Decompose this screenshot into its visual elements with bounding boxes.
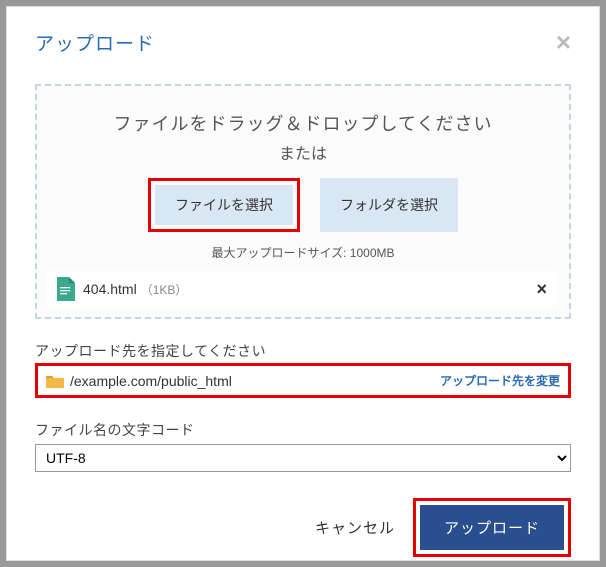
dropzone[interactable]: ファイルをドラッグ＆ドロップしてください または ファイルを選択 フォルダを選択… xyxy=(35,84,571,319)
dropzone-or-label: または xyxy=(47,140,559,164)
destination-row: /example.com/public_html アップロード先を変更 xyxy=(38,366,568,395)
modal-title: アップロード xyxy=(35,29,155,56)
uploaded-file-row: 404.html （1KB） × xyxy=(47,271,559,307)
upload-button[interactable]: アップロード xyxy=(420,505,564,550)
dropzone-button-row: ファイルを選択 フォルダを選択 xyxy=(47,178,559,232)
modal-header: アップロード × xyxy=(35,29,571,56)
file-size: （1KB） xyxy=(141,281,188,298)
encoding-section-label: ファイル名の文字コード xyxy=(35,420,571,440)
highlight-select-file: ファイルを選択 xyxy=(148,178,300,232)
cancel-button[interactable]: キャンセル xyxy=(315,517,395,538)
remove-file-icon[interactable]: × xyxy=(532,279,551,300)
file-icon xyxy=(55,277,75,301)
change-destination-link[interactable]: アップロード先を変更 xyxy=(440,372,560,389)
destination-section-label: アップロード先を指定してください xyxy=(35,341,571,361)
close-icon[interactable]: × xyxy=(556,29,571,55)
upload-modal: アップロード × ファイルをドラッグ＆ドロップしてください または ファイルを選… xyxy=(6,6,600,561)
file-name: 404.html xyxy=(83,281,137,297)
highlight-destination: /example.com/public_html アップロード先を変更 xyxy=(35,363,571,398)
modal-footer: キャンセル アップロード xyxy=(35,498,571,557)
highlight-upload: アップロード xyxy=(413,498,571,557)
select-file-button[interactable]: ファイルを選択 xyxy=(155,185,293,225)
dropzone-instruction: ファイルをドラッグ＆ドロップしてください xyxy=(47,110,559,136)
encoding-select[interactable]: UTF-8 xyxy=(35,444,571,472)
max-upload-size-label: 最大アップロードサイズ: 1000MB xyxy=(47,244,559,261)
select-folder-button[interactable]: フォルダを選択 xyxy=(320,178,458,232)
destination-path: /example.com/public_html xyxy=(70,373,232,389)
folder-icon xyxy=(46,374,64,388)
